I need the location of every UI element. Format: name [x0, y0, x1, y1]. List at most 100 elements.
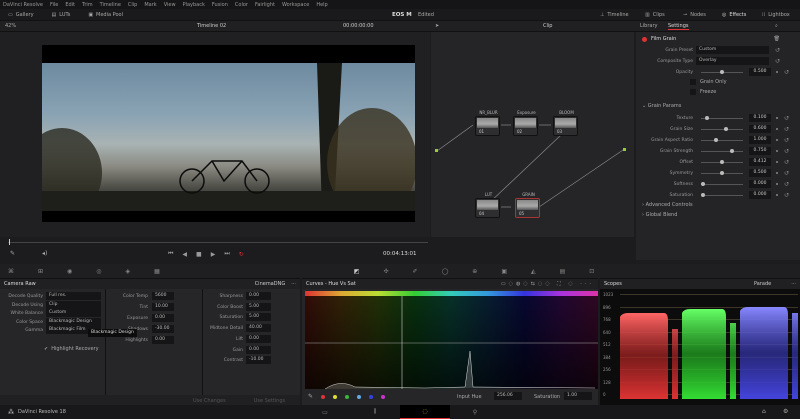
menu-item[interactable]: Fairlight — [255, 2, 275, 8]
use-changes-button[interactable]: Use Changes — [193, 398, 226, 404]
field-value[interactable]: 5.00 — [246, 302, 271, 311]
curve-tools-icons[interactable]: ▭◌◍◌⇆◌◌ ⛶ ◌ ··· — [501, 281, 594, 287]
param-value[interactable]: 1.000 — [749, 136, 771, 144]
use-settings-button[interactable]: Use Settings — [254, 398, 285, 404]
field-value[interactable]: Blackmagic Design — [46, 317, 101, 326]
menu-item[interactable]: View — [164, 2, 176, 8]
param-slider[interactable] — [701, 193, 743, 197]
magic-mask-icon[interactable]: ▣ — [501, 268, 507, 275]
field-value[interactable]: 0.00 — [152, 336, 174, 344]
nodes-button[interactable]: ⊸ Nodes — [683, 12, 706, 18]
field-value[interactable]: 40.00 — [246, 324, 271, 333]
key-icon[interactable]: ▤ — [560, 268, 566, 275]
more-icon[interactable]: ··· — [791, 281, 796, 287]
reset-icon[interactable]: ↺ — [784, 69, 789, 76]
reset-icon[interactable]: ↺ — [784, 181, 789, 188]
field-value[interactable]: 5600 — [152, 292, 174, 300]
keyframe-icon[interactable] — [776, 194, 778, 196]
output-node[interactable] — [623, 148, 626, 151]
keyframe-icon[interactable] — [776, 128, 778, 130]
timeline-button[interactable]: ⊥ Timeline — [600, 12, 629, 18]
slider-knob[interactable] — [701, 193, 705, 197]
scope-mode-select[interactable]: Parade — [754, 281, 771, 287]
param-slider[interactable] — [701, 160, 743, 164]
color-swatch[interactable] — [357, 394, 362, 399]
home-icon[interactable]: ⌂ — [762, 408, 766, 415]
param-value[interactable]: 0.600 — [749, 125, 771, 133]
color-swatch[interactable] — [333, 394, 338, 399]
param-value[interactable]: 0.000 — [749, 180, 771, 188]
color-swatch[interactable] — [321, 394, 326, 399]
slider-knob[interactable] — [729, 149, 734, 153]
grain-params-section[interactable]: ⌄ Grain Params — [642, 103, 681, 109]
window-icon[interactable]: ◯ — [442, 268, 449, 275]
scrubber-bar[interactable] — [8, 242, 428, 243]
zoom-select[interactable]: 42% — [5, 23, 16, 29]
reset-icon[interactable]: ↺ — [784, 170, 789, 177]
curve-graph[interactable] — [305, 291, 598, 389]
field-value[interactable]: 0.00 — [246, 334, 271, 343]
clips-button[interactable]: ▥ Clips — [645, 12, 665, 18]
slider-knob[interactable] — [720, 160, 724, 164]
field-value[interactable]: 0.00 — [152, 314, 174, 322]
reset-icon[interactable]: ↺ — [775, 58, 780, 65]
slider-knob[interactable] — [723, 127, 728, 131]
field-value[interactable]: 0.00 — [246, 292, 271, 300]
saturation-field[interactable]: 1.00 — [564, 392, 592, 400]
node-mode-select[interactable]: Clip — [543, 23, 552, 29]
node-02[interactable]: Exposure 02 — [513, 110, 538, 136]
menu-item[interactable]: Help — [316, 2, 327, 8]
color-swatch[interactable] — [381, 394, 386, 399]
qualifier-icon[interactable]: ✐ — [413, 268, 418, 275]
keyframe-icon[interactable] — [776, 183, 778, 185]
field-value[interactable]: Full res. — [46, 292, 101, 300]
playhead[interactable] — [9, 239, 10, 245]
advanced-controls-section[interactable]: › Advanced Controls — [642, 202, 693, 208]
keyframe-icon[interactable] — [776, 161, 778, 163]
menu-item[interactable]: Mark — [144, 2, 156, 8]
page-edit-icon[interactable]: ⫼ — [350, 408, 400, 416]
skip-forward-icon[interactable]: ⏭ — [224, 250, 229, 258]
reset-icon[interactable]: ↺ — [775, 47, 780, 54]
hdr-icon[interactable]: ▦ — [154, 268, 160, 275]
param-slider[interactable] — [701, 138, 743, 142]
keyframe-icon[interactable] — [776, 117, 778, 119]
color-swatch[interactable] — [369, 394, 374, 399]
param-slider[interactable] — [701, 127, 743, 131]
highlight-recovery-checkbox[interactable]: ✓ — [44, 346, 48, 352]
library-tab[interactable]: Library — [640, 23, 657, 29]
search-icon[interactable]: ⌕ — [775, 23, 778, 29]
timecode-field[interactable]: 00:00:00:00 — [343, 23, 374, 29]
keyframe-icon[interactable] — [776, 150, 778, 152]
effects-button[interactable]: ◎ Effects — [722, 12, 746, 18]
tracker-icon[interactable]: ⊕ — [472, 268, 477, 275]
field-value[interactable]: 10.00 — [152, 303, 174, 311]
field-value[interactable]: Clip — [46, 300, 101, 309]
reset-icon[interactable]: ↺ — [784, 148, 789, 155]
reset-icon[interactable]: ↺ — [784, 159, 789, 166]
volume-icon[interactable]: ◂) — [42, 250, 47, 257]
color-swatch[interactable] — [345, 394, 350, 399]
opacity-value[interactable]: 0.500 — [749, 68, 771, 76]
luts-button[interactable]: ▤ LUTs — [52, 12, 71, 18]
rgb-mixer-icon[interactable]: ◎ — [96, 268, 101, 275]
param-slider[interactable] — [701, 116, 743, 120]
menu-item[interactable]: Edit — [65, 2, 75, 8]
slider-knob[interactable] — [714, 138, 719, 142]
menu-item[interactable]: DaVinci Resolve — [3, 2, 43, 8]
play-icon[interactable]: ▶ — [211, 251, 216, 258]
reset-icon[interactable]: ↺ — [784, 126, 789, 133]
param-slider[interactable] — [701, 182, 743, 186]
menu-item[interactable]: File — [50, 2, 58, 8]
keyframe-icon[interactable] — [776, 172, 778, 174]
page-deliver-icon[interactable]: ⚲ — [450, 409, 500, 416]
effect-toggle[interactable] — [642, 36, 647, 42]
warper-icon[interactable]: ✣ — [384, 268, 389, 275]
delete-icon[interactable]: 🗑 — [774, 36, 780, 42]
node-01[interactable]: NR_BLUR 01 — [475, 110, 500, 136]
pointer-icon[interactable]: ➤ — [435, 23, 439, 29]
stop-icon[interactable]: ■ — [196, 251, 202, 258]
menu-item[interactable]: Timeline — [100, 2, 121, 8]
camera-raw-icon[interactable]: ⌘ — [8, 268, 14, 275]
timeline-select[interactable]: Timeline 02 — [197, 23, 226, 29]
